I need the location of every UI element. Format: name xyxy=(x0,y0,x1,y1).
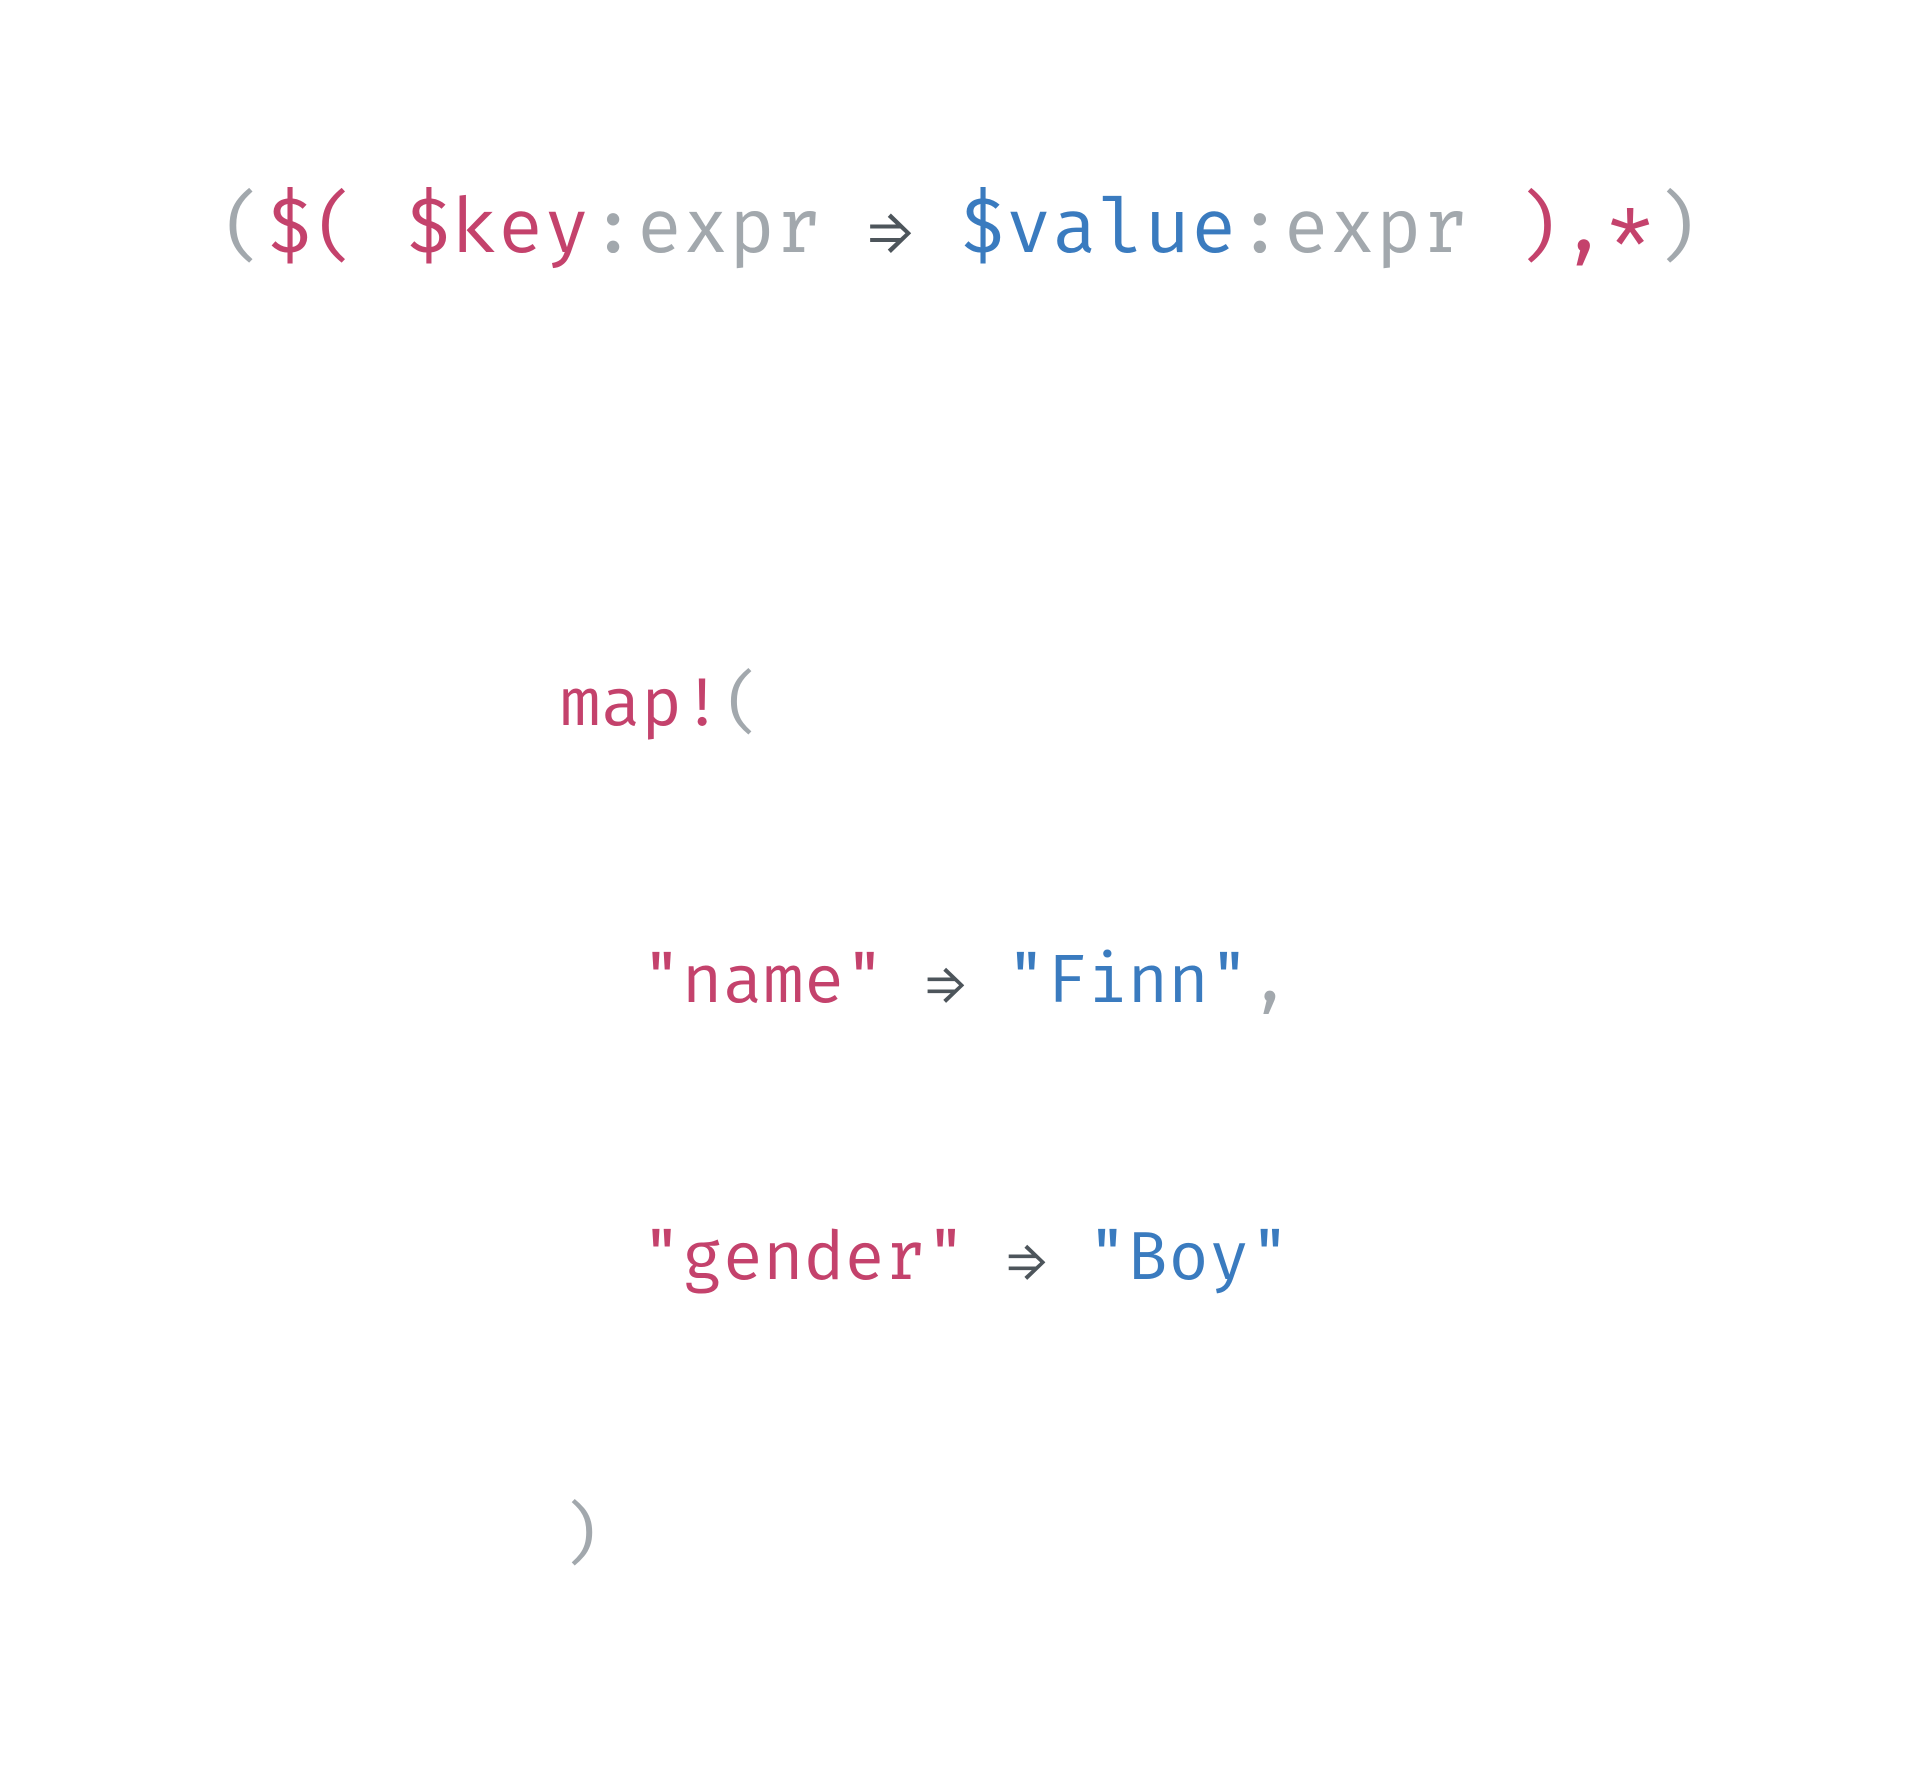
pattern-expr-2: :expr xyxy=(1237,184,1515,275)
example-line-1: map!( xyxy=(560,660,1920,752)
arrow-icon: ⇒ xyxy=(868,184,913,275)
space-1 xyxy=(913,184,959,275)
key-name: "name" xyxy=(641,942,885,1023)
slide-content: ($( $key:expr ⇒ $value:expr ),*) map!( "… xyxy=(0,0,1920,1080)
key-gender: "gender" xyxy=(641,1219,966,1300)
space xyxy=(966,1219,1007,1300)
space xyxy=(885,942,926,1023)
arrow-icon: ⇒ xyxy=(1007,1219,1047,1300)
indent xyxy=(560,942,641,1023)
macro-close-paren: ) xyxy=(560,1496,601,1577)
pattern-key-part: $( $key xyxy=(266,184,590,275)
value-boy: "Boy" xyxy=(1087,1219,1290,1300)
pattern-value-part: $value xyxy=(959,184,1237,275)
comma: , xyxy=(1250,942,1291,1023)
space xyxy=(965,942,1006,1023)
macro-call-name: map! xyxy=(560,665,722,746)
pattern-repeat: ),* xyxy=(1515,184,1654,275)
paren-close: ) xyxy=(1654,184,1700,275)
example-line-4: ) xyxy=(560,1491,1920,1583)
paren-open: ( xyxy=(220,184,266,275)
example-line-2: "name" ⇒ "Finn", xyxy=(560,937,1920,1029)
macro-example-block: map!( "name" ⇒ "Finn", "gender" ⇒ "Boy" … xyxy=(560,475,1920,1768)
indent xyxy=(560,1219,641,1300)
pattern-expr-1: :expr xyxy=(590,184,868,275)
example-line-3: "gender" ⇒ "Boy" xyxy=(560,1214,1920,1306)
arrow-icon: ⇒ xyxy=(926,942,966,1023)
macro-open-paren: ( xyxy=(722,665,763,746)
macro-pattern-line: ($( $key:expr ⇒ $value:expr ),*) xyxy=(0,180,1920,275)
value-finn: "Finn" xyxy=(1006,942,1250,1023)
space xyxy=(1046,1219,1087,1300)
